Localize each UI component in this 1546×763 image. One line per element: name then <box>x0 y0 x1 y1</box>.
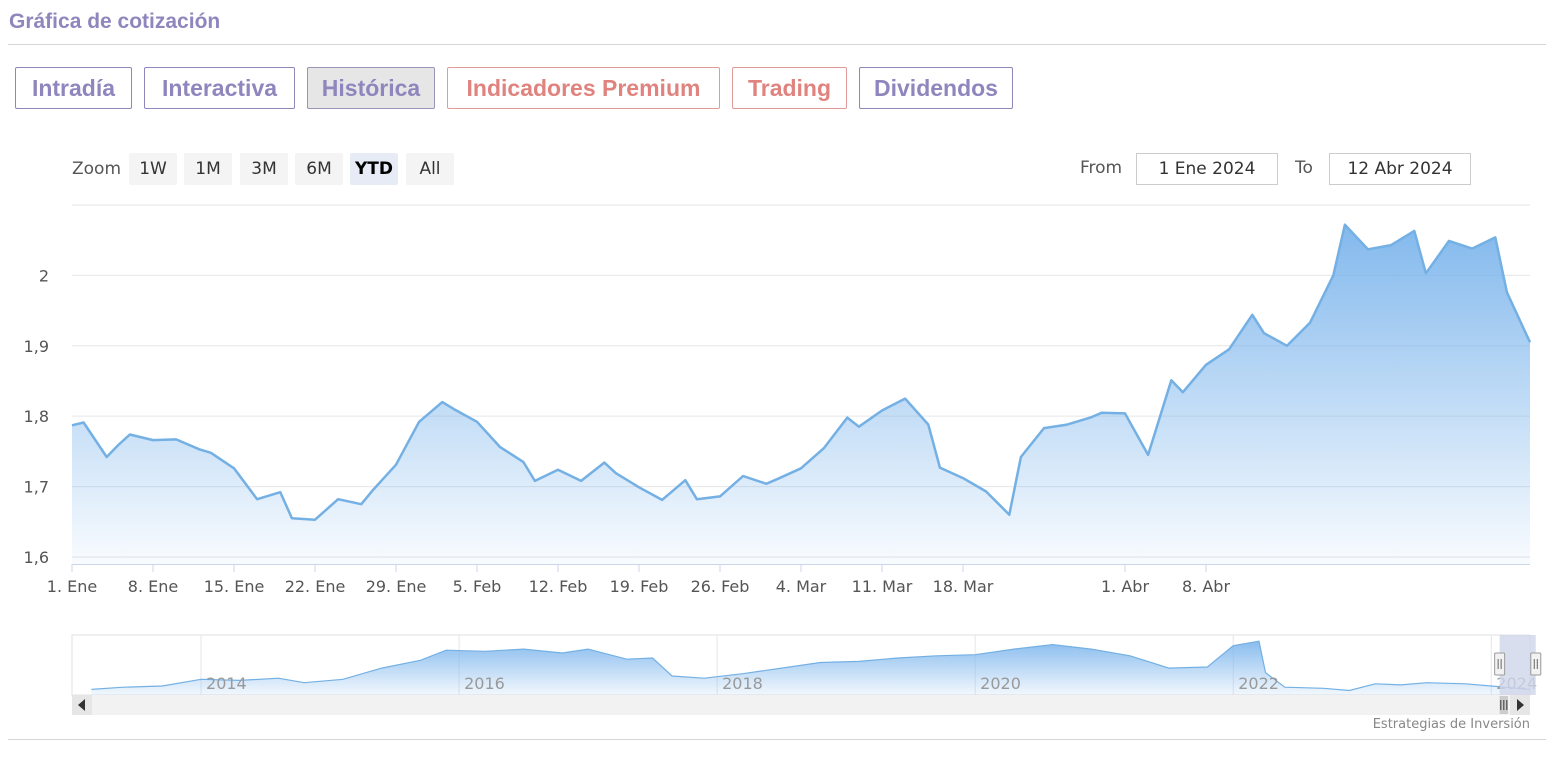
y-tick-label: 2 <box>39 266 49 285</box>
bottom-divider <box>8 739 1546 740</box>
x-tick-label: 5. Feb <box>453 577 502 596</box>
x-tick-label: 8. Ene <box>128 577 178 596</box>
x-tick-label: 1. Ene <box>47 577 97 596</box>
navigator-handle-right <box>1530 652 1542 676</box>
x-tick-label: 1. Abr <box>1101 577 1149 596</box>
x-tick-label: 15. Ene <box>204 577 265 596</box>
price-chart[interactable]: 1,6 1,7 1,8 1,9 2 1. Ene 8. Ene 15. Ene 22. Ene… <box>0 0 1546 763</box>
scrollbar-track <box>72 695 1530 715</box>
navigator-year-label: 2022 <box>1238 674 1279 693</box>
navigator-year-label: 2018 <box>722 674 763 693</box>
y-tick-label: 1,8 <box>24 407 49 426</box>
y-axis-labels: 1,6 1,7 1,8 1,9 2 <box>24 266 49 567</box>
y-tick-label: 1,6 <box>24 548 49 567</box>
navigator-year-label: 2020 <box>980 674 1021 693</box>
x-tick-label: 19. Feb <box>610 577 669 596</box>
x-tick-label: 8. Abr <box>1182 577 1230 596</box>
navigator-year-label: 2014 <box>206 674 247 693</box>
x-tick-label: 11. Mar <box>852 577 913 596</box>
x-tick-label: 29. Ene <box>366 577 427 596</box>
y-tick-label: 1,9 <box>24 337 49 356</box>
navigator-year-label: 2016 <box>464 674 505 693</box>
scrollbar[interactable] <box>72 695 1530 715</box>
x-tick-label: 4. Mar <box>776 577 827 596</box>
x-axis-labels: 1. Ene 8. Ene 15. Ene 22. Ene 29. Ene 5. Feb 1… <box>47 564 1230 596</box>
x-tick-label: 26. Feb <box>691 577 750 596</box>
navigator[interactable]: 201420162018202020222024 <box>71 634 1542 696</box>
x-tick-label: 12. Feb <box>529 577 588 596</box>
navigator-handle-left <box>1494 652 1506 676</box>
x-tick-label: 18. Mar <box>933 577 994 596</box>
x-tick-label: 22. Ene <box>285 577 346 596</box>
credits: Estrategias de Inversión <box>1372 717 1530 732</box>
y-tick-label: 1,7 <box>24 478 49 497</box>
